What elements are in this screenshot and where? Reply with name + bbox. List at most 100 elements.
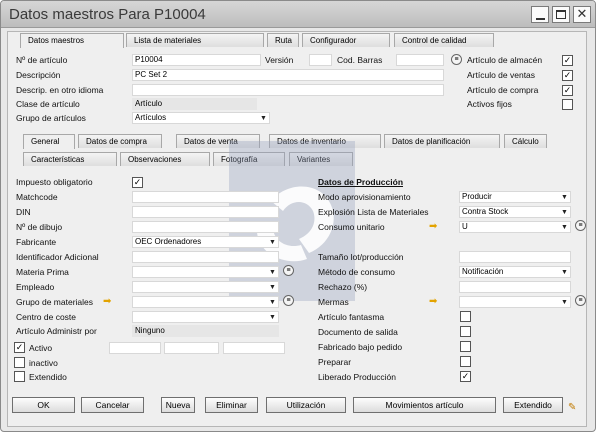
flag-activos-fijos-checkbox[interactable] (562, 99, 573, 110)
chevron-down-icon: ▼ (260, 115, 267, 122)
documento-salida-checkbox[interactable] (460, 326, 471, 337)
tab-datos-planificacion[interactable]: Datos de planificación (384, 134, 500, 148)
din-label: DIN (16, 207, 31, 217)
tamano-lote-field[interactable] (459, 251, 571, 263)
maximize-button[interactable] (552, 6, 570, 23)
clase-articulo-value: Artículo (135, 99, 163, 108)
modo-aprov-select[interactable]: Producir ▼ (459, 191, 571, 203)
articulo-fantasma-checkbox[interactable] (460, 311, 471, 322)
chevron-down-icon: ▼ (269, 284, 276, 291)
grupo-articulos-label: Grupo de artículos (16, 113, 86, 123)
admin-por-label: Artículo Administr por (16, 326, 97, 336)
flag-almacen-checkbox[interactable]: ✓ (562, 55, 573, 66)
edit-pencil-icon[interactable]: ✎ (568, 403, 582, 413)
extended-button[interactable]: Extendido (503, 397, 563, 413)
tab-ruta[interactable]: Ruta (267, 33, 299, 47)
materia-prima-link-icon[interactable]: ≡ (283, 265, 294, 276)
dibujo-label: Nº de dibujo (16, 222, 63, 232)
impuesto-checkbox[interactable]: ✓ (132, 177, 143, 188)
tab-caracteristicas[interactable]: Características (23, 152, 117, 166)
clase-articulo-label: Clase de artículo (16, 99, 80, 109)
descrip-otro-idioma-field[interactable] (132, 84, 444, 96)
grupo-articulos-select[interactable]: Artículos ▼ (132, 112, 270, 124)
explosion-value: Contra Stock (462, 207, 509, 216)
new-button[interactable]: Nueva (161, 397, 195, 413)
ident-adicional-label: Identificador Adicional (16, 252, 99, 262)
fabricante-select[interactable]: OEC Ordenadores ▼ (132, 236, 279, 248)
inactivo-label: inactivo (29, 358, 58, 368)
empleado-select[interactable]: ▼ (132, 281, 279, 293)
preparar-label: Preparar (318, 357, 352, 367)
title-bar[interactable]: Datos maestros Para P10004 ✕ (1, 1, 595, 28)
modo-aprov-label: Modo aprovisionamiento (318, 192, 411, 202)
matchcode-label: Matchcode (16, 192, 58, 202)
link-arrow-icon[interactable]: ➡ (429, 297, 437, 307)
version-label: Versión (265, 55, 294, 65)
centro-coste-label: Centro de coste (16, 312, 77, 322)
metodo-consumo-select[interactable]: Notificación ▼ (459, 266, 571, 278)
item-movements-button[interactable]: Movimientos artículo (353, 397, 496, 413)
ok-button[interactable]: OK (12, 397, 75, 413)
centro-coste-select[interactable]: ▼ (132, 311, 279, 323)
liberado-produccion-checkbox[interactable]: ✓ (460, 371, 471, 382)
din-field[interactable] (132, 206, 279, 218)
articulo-fantasma-label: Artículo fantasma (318, 312, 385, 322)
rechazo-field[interactable] (459, 281, 571, 293)
ident-adicional-field[interactable] (132, 251, 279, 263)
usage-button[interactable]: Utilización (266, 397, 346, 413)
flag-ventas-checkbox[interactable]: ✓ (562, 70, 573, 81)
num-articulo-field[interactable]: P10004 (132, 54, 261, 66)
mermas-select[interactable]: ▼ (459, 296, 571, 308)
chevron-down-icon: ▼ (561, 269, 568, 276)
preparar-checkbox[interactable] (460, 356, 471, 367)
minimize-icon (536, 18, 545, 20)
minimize-button[interactable] (531, 6, 549, 23)
delete-button[interactable]: Eliminar (205, 397, 258, 413)
activo-radio[interactable]: ✓ (14, 342, 25, 353)
chevron-down-icon: ▼ (269, 269, 276, 276)
tab-calculo[interactable]: Cálculo (504, 134, 547, 148)
num-articulo-label: Nº de artículo (16, 55, 68, 65)
cod-barras-field[interactable] (396, 54, 444, 66)
grupo-materiales-link-icon[interactable]: ≡ (283, 295, 294, 306)
extendido-label: Extendido (29, 372, 67, 382)
mermas-link-icon[interactable]: ≡ (575, 295, 586, 306)
dibujo-field[interactable] (132, 221, 279, 233)
grupo-materiales-select[interactable]: ▼ (132, 296, 279, 308)
tab-datos-compra[interactable]: Datos de compra (78, 134, 162, 148)
tab-general[interactable]: General (23, 134, 75, 149)
chevron-down-icon: ▼ (269, 299, 276, 306)
descripcion-field[interactable]: PC Set 2 (132, 69, 444, 81)
activo-hasta-field[interactable] (164, 342, 219, 354)
link-arrow-icon[interactable]: ➡ (103, 297, 111, 307)
modo-aprov-value: Producir (462, 192, 492, 201)
admin-por-value: Ninguno (135, 326, 165, 335)
mermas-label: Mermas (318, 297, 349, 307)
tab-observaciones[interactable]: Observaciones (120, 152, 210, 166)
tab-control-calidad[interactable]: Control de calidad (394, 33, 494, 47)
admin-por-field: Ninguno (132, 325, 279, 337)
materia-prima-select[interactable]: ▼ (132, 266, 279, 278)
flag-compra-checkbox[interactable]: ✓ (562, 85, 573, 96)
grupo-articulos-value: Artículos (135, 113, 167, 122)
activo-desde-field[interactable] (109, 342, 161, 354)
cancel-button[interactable]: Cancelar (81, 397, 144, 413)
version-field[interactable] (309, 54, 332, 66)
link-arrow-icon[interactable]: ➡ (429, 222, 437, 232)
documento-salida-label: Documento de salida (318, 327, 398, 337)
tab-configurador[interactable]: Configurador (302, 33, 390, 47)
metodo-consumo-label: Método de consumo (318, 267, 396, 277)
inactivo-radio[interactable] (14, 357, 25, 368)
cod-barras-link-icon[interactable]: ≡ (451, 54, 462, 65)
tab-datos-maestros[interactable]: Datos maestros (20, 33, 124, 48)
matchcode-field[interactable] (132, 191, 279, 203)
tab-lista-materiales[interactable]: Lista de materiales (126, 33, 264, 47)
consumo-unitario-link-icon[interactable]: ≡ (575, 220, 586, 231)
close-button[interactable]: ✕ (573, 6, 591, 23)
fabricado-pedido-checkbox[interactable] (460, 341, 471, 352)
extendido-radio[interactable] (14, 371, 25, 382)
explosion-select[interactable]: Contra Stock ▼ (459, 206, 571, 218)
activo-comentario-field[interactable] (223, 342, 285, 354)
fabricante-label: Fabricante (16, 237, 57, 247)
consumo-unitario-select[interactable]: U ▼ (459, 221, 571, 233)
